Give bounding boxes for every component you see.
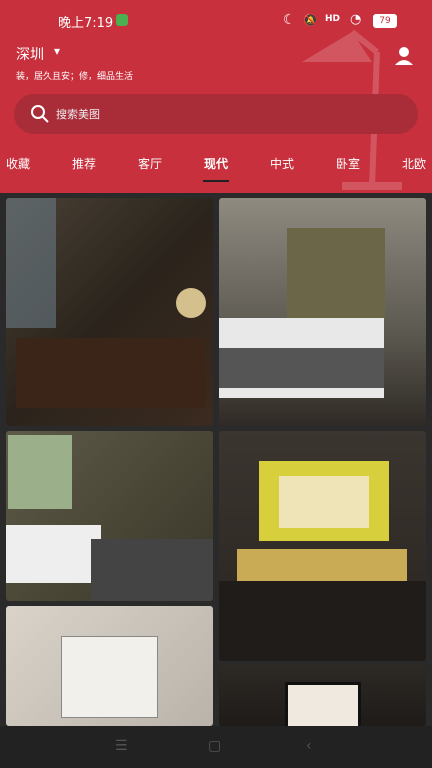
- bed-shape: [91, 539, 213, 601]
- plan-sketch-shape: [61, 636, 158, 718]
- window-light: [6, 198, 56, 328]
- tab-modern[interactable]: 现代: [204, 155, 228, 172]
- search-bar[interactable]: 搜索美图: [14, 94, 418, 134]
- tab-chinese[interactable]: 中式: [270, 155, 294, 172]
- photo-study-room[interactable]: [6, 198, 213, 426]
- status-time: 晚上7:19: [58, 16, 114, 31]
- blanket-shape: [219, 348, 384, 388]
- back-icon[interactable]: ‹: [306, 738, 312, 754]
- flower-art-shape: [285, 682, 361, 726]
- mute-icon: 🔕: [303, 13, 318, 27]
- search-icon: [31, 105, 49, 123]
- pillows-shape: [237, 549, 407, 583]
- headboard-shape: [287, 228, 385, 318]
- slogan: 装，居久且安；修，细品生活: [16, 72, 134, 82]
- art-frame-shape: [279, 476, 369, 528]
- desk-shape: [16, 338, 206, 408]
- category-tabs: 收藏 推荐 客厅 现代 中式 卧室 北欧: [0, 155, 432, 177]
- wifi-icon: ◔: [350, 12, 362, 27]
- bed-shape: [219, 581, 426, 661]
- chevron-down-icon[interactable]: ▾: [54, 44, 60, 58]
- tab-living-room[interactable]: 客厅: [138, 155, 162, 172]
- photo-green-bedroom[interactable]: [6, 431, 213, 601]
- photo-modern-bedroom[interactable]: [219, 198, 426, 426]
- user-icon[interactable]: [393, 45, 415, 67]
- menu-icon[interactable]: ☰: [115, 738, 128, 754]
- battery-icon: 79: [373, 14, 397, 28]
- wall-art-shape: [8, 435, 72, 509]
- message-icon: [116, 14, 128, 26]
- photo-art-room[interactable]: [219, 664, 426, 726]
- dresser-shape: [6, 525, 101, 583]
- hd-indicator: HD: [325, 14, 341, 24]
- home-icon[interactable]: ▢: [208, 738, 221, 754]
- tab-recommend[interactable]: 推荐: [72, 155, 96, 172]
- moon-icon: ☾: [283, 12, 296, 28]
- header: 晚上7:19 ☾ 🔕 HD ◔ 79 深圳 ▾ 装，居久且安；修，细品生活 搜索…: [0, 0, 432, 193]
- active-tab-indicator: [203, 180, 229, 182]
- tab-nordic[interactable]: 北欧: [402, 155, 426, 172]
- tab-bedroom[interactable]: 卧室: [336, 155, 360, 172]
- photo-yellow-bedroom[interactable]: [219, 431, 426, 661]
- status-bar: 晚上7:19 ☾ 🔕 HD ◔ 79: [0, 10, 432, 32]
- flowers-shape: [176, 288, 206, 318]
- system-nav-bar: ☰ ▢ ‹: [0, 726, 432, 768]
- photo-floor-plan[interactable]: [6, 606, 213, 726]
- search-placeholder: 搜索美图: [56, 108, 100, 121]
- city-selector[interactable]: 深圳: [16, 44, 44, 64]
- tab-favorites[interactable]: 收藏: [6, 155, 30, 172]
